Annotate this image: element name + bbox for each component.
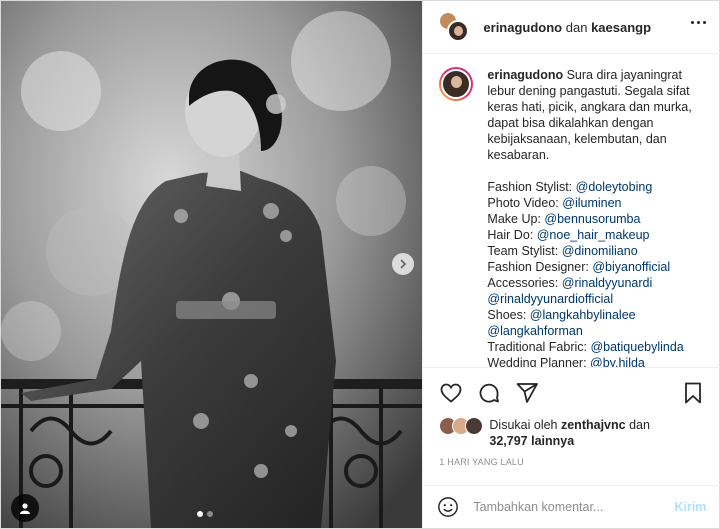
credit-line: Hair Do: @noe_hair_makeup [487, 227, 702, 243]
credit-role: Fashion Designer: [487, 260, 593, 274]
post-authors: erinagudono dan kaesangp [483, 20, 651, 35]
comment-input[interactable] [473, 500, 664, 514]
likes-text: Disukai oleh zenthajvnc dan 32,797 lainn… [489, 417, 650, 449]
caption-body: Sura dira jayaningrat lebur dening panga… [487, 68, 692, 162]
credit-handle-link[interactable]: @bennusorumba [544, 212, 640, 226]
caption-section: erinagudono Sura dira jayaningrat lebur … [423, 55, 720, 367]
collab-avatars[interactable] [439, 12, 470, 42]
emoji-icon[interactable] [437, 496, 459, 518]
credit-handle-link[interactable]: @by.hilda [590, 356, 645, 367]
likes-count-link[interactable]: 32,797 lainnya [489, 434, 574, 448]
credit-line: Wedding Planner: @by.hilda [487, 355, 702, 367]
post-comment-button[interactable]: Kirim [674, 500, 706, 514]
credit-line: Fashion Designer: @biyanofficial [487, 259, 702, 275]
credit-handle-link[interactable]: @rinaldyyunardiofficial [487, 292, 613, 306]
avatar [447, 20, 470, 42]
credit-role: Shoes: [487, 308, 530, 322]
action-bar [439, 381, 539, 405]
photo-scene [1, 1, 423, 528]
credit-role: Hair Do: [487, 228, 537, 242]
carousel-dot-active [197, 511, 203, 517]
user-tag-icon [20, 503, 30, 514]
credit-handle-link[interactable]: @langkahbylinalee [530, 308, 636, 322]
liker-username-link[interactable]: zenthajvnc [561, 418, 626, 432]
credit-handle-link[interactable]: @doleytobing [576, 180, 653, 194]
credit-line: Make Up: @bennusorumba [487, 211, 702, 227]
credit-line: Fashion Stylist: @doleytobing [487, 179, 702, 195]
post-photo[interactable] [1, 1, 423, 528]
carousel-dot [207, 511, 213, 517]
credit-handle-link[interactable]: @dinomiliano [562, 244, 638, 258]
credits-list: Fashion Stylist: @doleytobing Photo Video… [487, 179, 702, 367]
comment-icon[interactable] [477, 381, 501, 405]
next-slide-button[interactable] [392, 253, 414, 275]
credit-line: @langkahforman [487, 323, 702, 339]
credit-role: Accessories: [487, 276, 562, 290]
liker-avatars [439, 417, 485, 437]
credit-line: Team Stylist: @dinomiliano [487, 243, 702, 259]
tagged-users-button[interactable] [11, 494, 39, 522]
credit-role: Make Up: [487, 212, 545, 226]
credit-line: Shoes: @langkahbylinalee [487, 307, 702, 323]
heart-icon[interactable] [439, 381, 463, 405]
credit-role: Team Stylist: [487, 244, 562, 258]
comment-box: Kirim [423, 485, 720, 528]
caption-username-link[interactable]: erinagudono [487, 68, 563, 82]
carousel-indicator [197, 511, 213, 517]
likes-count: 32,797 [489, 434, 528, 448]
credit-role: Fashion Stylist: [487, 180, 576, 194]
author-connector: dan [565, 19, 588, 35]
bookmark-icon[interactable] [681, 381, 705, 405]
instagram-post: erinagudono dan kaesangp erinagudono Sur… [0, 0, 720, 529]
coauthor-username-link[interactable]: kaesangp [591, 20, 651, 35]
credit-handle-link[interactable]: @langkahforman [487, 324, 582, 338]
credit-handle-link[interactable]: @biyanofficial [592, 260, 670, 274]
likes-summary: Disukai oleh zenthajvnc dan 32,797 lainn… [439, 417, 650, 449]
likes-connector: dan [629, 418, 650, 432]
post-timestamp[interactable]: 1 HARI YANG LALU [439, 457, 523, 467]
credit-role: Traditional Fabric: [487, 340, 591, 354]
share-icon[interactable] [515, 381, 539, 405]
credit-handle-link[interactable]: @iluminen [562, 196, 621, 210]
credit-handle-link[interactable]: @batiquebylinda [590, 340, 683, 354]
credit-handle-link[interactable]: @noe_hair_makeup [537, 228, 650, 242]
credit-line: Traditional Fabric: @batiquebylinda [487, 339, 702, 355]
post-sidebar: erinagudono dan kaesangp erinagudono Sur… [422, 1, 720, 528]
author-username-link[interactable]: erinagudono [483, 20, 562, 35]
credit-line: Photo Video: @iluminen [487, 195, 702, 211]
avatar[interactable] [439, 67, 474, 101]
credit-role: Photo Video: [487, 196, 563, 210]
credit-role: Wedding Planner: [487, 356, 591, 367]
chevron-right-icon [400, 259, 407, 269]
likes-prefix: Disukai oleh [489, 418, 558, 432]
caption-text: erinagudono Sura dira jayaningrat lebur … [487, 67, 702, 367]
credit-line: @rinaldyyunardiofficial [487, 291, 702, 307]
post-header: erinagudono dan kaesangp [423, 1, 720, 54]
credit-handle-link[interactable]: @rinaldyyunardi [562, 276, 653, 290]
likes-suffix: lainnya [531, 434, 575, 448]
more-options-icon[interactable] [691, 21, 707, 24]
divider [423, 367, 720, 368]
credit-line: Accessories: @rinaldyyunardi [487, 275, 702, 291]
avatar [465, 417, 484, 435]
